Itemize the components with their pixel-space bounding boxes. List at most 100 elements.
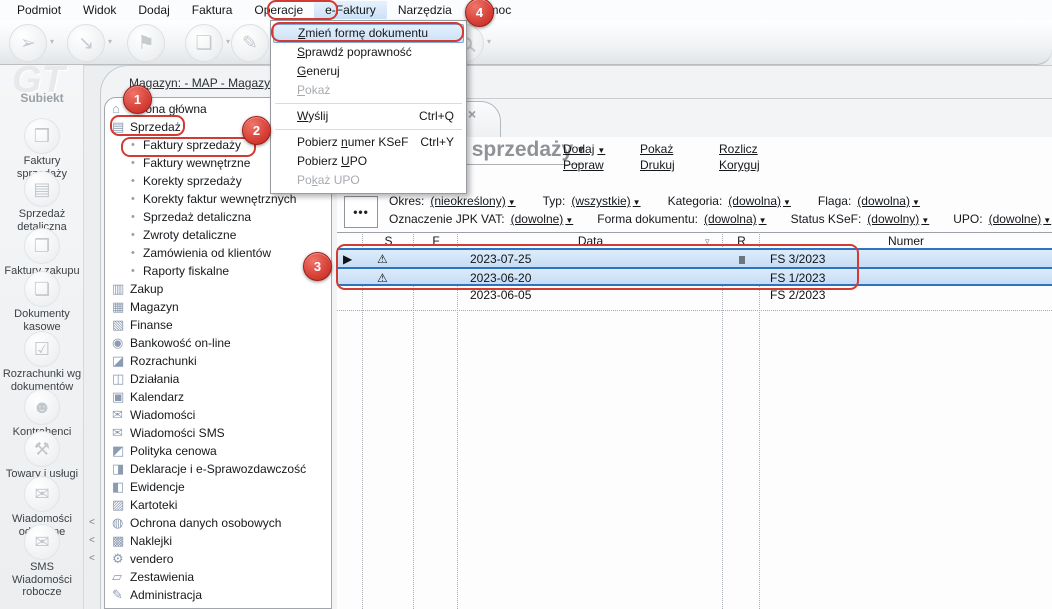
chevron-down-icon[interactable]: ▾ <box>50 37 54 46</box>
finance-icon: ▧ <box>112 316 124 334</box>
flag-icon[interactable]: ⚑ <box>127 24 165 62</box>
column-header-data[interactable]: Data <box>458 234 723 249</box>
filter-value-kategoria[interactable]: (dowolna)▼ <box>728 194 791 208</box>
filter-value-status-ksef[interactable]: (dowolny)▼ <box>867 212 929 226</box>
menu-item-zmie-form-dokumentu[interactable]: Zmień formę dokumentu <box>273 24 464 43</box>
signature-icon[interactable]: ✎ <box>231 24 269 62</box>
chevron-down-icon: ▼ <box>1043 216 1051 225</box>
tree-item-ewidencje[interactable]: ◧Ewidencje <box>104 478 330 496</box>
table-row-fs-2-2023[interactable]: 2023-06-05FS 2/2023 <box>337 286 1052 305</box>
menubar-item-narz-dzia[interactable]: Narzędzia <box>387 1 463 19</box>
menubar-item-e-faktury[interactable]: e-Faktury <box>314 1 387 19</box>
sidebar-item-sprzeda-detaliczna[interactable]: ▤Sprzedażdetaliczna <box>0 171 84 233</box>
tree-item-label: Ewidencje <box>130 478 185 496</box>
column-header-f[interactable]: F <box>414 234 458 249</box>
sidebar-item-rozrachunki-wg-dokument-w[interactable]: ☑Rozrachunki wgdokumentów <box>0 331 84 393</box>
filter-forma-dokumentu: Forma dokumentu:(dowolna)▼ <box>597 212 766 226</box>
menu-item-pobierz-upo[interactable]: Pobierz UPO <box>271 152 466 171</box>
tree-item-wiadomo-ci-sms[interactable]: ✉Wiadomości SMS <box>104 424 330 442</box>
tree-item-label: Finanse <box>130 316 173 334</box>
more-filters-button[interactable]: ••• <box>344 196 378 228</box>
tree-item-vendero[interactable]: ⚙vendero <box>104 550 330 568</box>
action-link-poka[interactable]: Pokaż <box>640 142 673 156</box>
chevron-down-icon[interactable]: ▾ <box>108 37 112 46</box>
tree-item-ochrona-danych-osobowych[interactable]: ◍Ochrona danych osobowych <box>104 514 330 532</box>
tree-item-naklejki[interactable]: ▩Naklejki <box>104 532 330 550</box>
chevron-down-icon[interactable]: ▾ <box>487 37 491 46</box>
filter-value-flaga[interactable]: (dowolna)▼ <box>857 194 920 208</box>
tree-item-finanse[interactable]: ▧ Finanse <box>104 316 330 334</box>
tree-item-zestawienia[interactable]: ▱Zestawienia <box>104 568 330 586</box>
annotation-step-3: 3 <box>303 252 332 281</box>
filter-value-upo[interactable]: (dowolne)▼ <box>989 212 1052 226</box>
menubar-item-podmiot[interactable]: Podmiot <box>6 1 72 19</box>
sales-icon: ▤ <box>112 118 124 136</box>
menu-item-pobierz-numer-ksef[interactable]: Pobierz numer KSeFCtrl+Y <box>271 133 466 152</box>
reports-icon: ▱ <box>112 568 122 586</box>
menubar-item-operacje[interactable]: Operacje <box>243 1 314 19</box>
chevron-down-icon: ▼ <box>921 216 929 225</box>
tree-item-kartoteki[interactable]: ▨Kartoteki <box>104 496 330 514</box>
table-row-fs-1-2023[interactable]: ⚠2023-06-20FS 1/2023 <box>337 267 1052 286</box>
tree-item-zakup[interactable]: ▥Zakup <box>104 280 330 298</box>
tree-item-deklaracje-i-e-sprawozdawczo[interactable]: ◨Deklaracje i e-Sprawozdawczość <box>104 460 330 478</box>
menubar-item-widok[interactable]: Widok <box>72 1 127 19</box>
tree-item-administracja[interactable]: ✎Administracja <box>104 586 330 604</box>
tree-item-label: Naklejki <box>130 532 172 550</box>
sales-invoices-icon: ❒ <box>24 118 60 154</box>
sidebar-item-dokumenty-kasowe[interactable]: ❏Dokumentykasowe <box>0 271 84 333</box>
tree-item-wiadomo-ci[interactable]: ✉Wiadomości <box>104 406 330 424</box>
filter-kategoria: Kategoria: (dowolna)▼ <box>668 194 791 208</box>
menu-shortcut: Ctrl+Q <box>419 107 454 126</box>
action-link-popraw[interactable]: Popraw <box>563 158 604 172</box>
menu-item-poka-upo: Pokaż UPO <box>271 171 466 190</box>
filter-value-forma-dokumentu[interactable]: (dowolna)▼ <box>704 212 767 226</box>
tab-close-icon[interactable]: × <box>468 106 476 122</box>
tree-item-dzia-ania[interactable]: ◫Działania <box>104 370 330 388</box>
tree-item-kalendarz[interactable]: ▣Kalendarz <box>104 388 330 406</box>
goods-and-services-icon: ⚒ <box>24 431 60 467</box>
column-header-s[interactable]: S <box>363 234 414 249</box>
tree-item-label: Działania <box>130 370 179 388</box>
filter-value-okres[interactable]: (nieokreślony)▼ <box>430 194 515 208</box>
pricing-policy-icon: ◩ <box>112 442 124 460</box>
send-arrow-icon[interactable]: ↘ <box>67 24 105 62</box>
module-list-strip[interactable]: < < < Lista modułów < <box>85 97 101 609</box>
column-header-numer[interactable]: Numer <box>760 234 1052 249</box>
filter-label: Kategoria: <box>668 194 723 208</box>
action-link-rozlicz[interactable]: Rozlicz <box>719 142 758 156</box>
bullet-icon: • <box>131 136 135 154</box>
menu-item-wy-lij[interactable]: WyślijCtrl+Q <box>271 107 466 126</box>
collapse-chevron-icon[interactable]: < <box>89 517 95 528</box>
tree-item-rozrachunki[interactable]: ◪Rozrachunki <box>104 352 330 370</box>
chevron-down-icon[interactable]: ▾ <box>226 37 230 46</box>
tree-item-bankowo-on-line[interactable]: ◉Bankowość on-line <box>104 334 330 352</box>
document-icon[interactable]: ❏ <box>185 24 223 62</box>
table-row-fs-3-2023[interactable]: ▶⚠2023-07-25FS 3/2023 <box>337 248 1052 267</box>
tree-item-zam-wienia-od-klient-w[interactable]: •Zamówienia od klientów <box>104 244 330 262</box>
action-link-koryguj[interactable]: Koryguj <box>719 158 760 172</box>
menu-item-sprawd-poprawno[interactable]: Sprawdź poprawność <box>271 43 466 62</box>
column-header-r[interactable]: R <box>723 234 760 249</box>
filter-label: Status KSeF: <box>791 212 862 226</box>
action-link-dodaj[interactable]: Dodaj▼ <box>563 142 605 156</box>
messages-received-icon: ✉ <box>24 476 60 512</box>
action-link-drukuj[interactable]: Drukuj <box>640 158 675 172</box>
menubar-item-faktura[interactable]: Faktura <box>181 1 244 19</box>
filter-label: Oznaczenie JPK VAT: <box>389 212 505 226</box>
sidebar-item-towary-i-us-ugi[interactable]: ⚒Towary i usługi <box>0 431 84 481</box>
menubar-item-dodaj[interactable]: Dodaj <box>127 1 180 19</box>
tree-item-magazyn[interactable]: ▦Magazyn <box>104 298 330 316</box>
filter-value-typ[interactable]: (wszystkie)▼ <box>571 194 640 208</box>
sidebar-item-sms-wiadomo-ci-robocze[interactable]: ✉SMSWiadomościrobocze <box>0 524 84 599</box>
menu-item-poka: Pokaż <box>271 81 466 100</box>
administration-icon: ✎ <box>112 586 123 604</box>
tree-item-polityka-cenowa[interactable]: ◩Polityka cenowa <box>104 442 330 460</box>
menu-item-generuj[interactable]: Generuj <box>271 62 466 81</box>
select-arrow-icon[interactable]: ➢ <box>9 24 47 62</box>
tree-item-sprzeda-detaliczna[interactable]: •Sprzedaż detaliczna <box>104 208 330 226</box>
collapse-chevron-icon[interactable]: < <box>89 535 95 546</box>
tree-item-raporty-fiskalne[interactable]: •Raporty fiskalne <box>104 262 330 280</box>
tree-item-zwroty-detaliczne[interactable]: •Zwroty detaliczne <box>104 226 330 244</box>
filter-value-oznaczenie-jpk-vat[interactable]: (dowolne)▼ <box>511 212 574 226</box>
